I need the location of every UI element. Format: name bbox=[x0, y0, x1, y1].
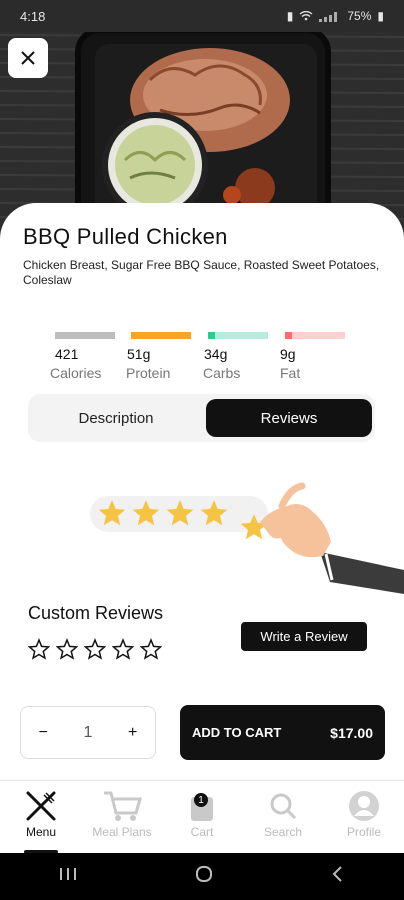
nav-cart[interactable]: 1 Cart bbox=[162, 787, 242, 839]
macro-label: Carbs bbox=[203, 365, 241, 381]
nav-label: Menu bbox=[25, 825, 57, 839]
nav-search[interactable]: Search bbox=[243, 787, 323, 839]
macro-value: 421 bbox=[55, 346, 79, 362]
increase-quantity-button[interactable]: + bbox=[118, 724, 148, 742]
star-outline-icon[interactable] bbox=[84, 638, 106, 660]
cart-badge: 1 bbox=[194, 793, 208, 807]
macro-bar bbox=[208, 332, 268, 339]
wifi-icon bbox=[299, 11, 313, 21]
recent-apps-icon bbox=[60, 868, 76, 880]
close-icon bbox=[21, 51, 35, 65]
cart-icon bbox=[102, 787, 142, 825]
home-icon bbox=[196, 866, 212, 882]
star-outline-icon[interactable] bbox=[140, 638, 162, 660]
macro-protein: 51g Protein bbox=[126, 332, 191, 381]
rating-input[interactable] bbox=[28, 638, 162, 660]
macro-value: 34g bbox=[204, 346, 228, 362]
macro-fat: 9g Fat bbox=[280, 332, 345, 381]
reviews-title: Custom Reviews bbox=[28, 603, 164, 623]
recent-apps-button[interactable] bbox=[59, 866, 77, 887]
quantity-value: 1 bbox=[83, 723, 93, 741]
macro-bar-fill bbox=[285, 332, 293, 339]
nav-label: Meal Plans bbox=[92, 825, 152, 839]
add-to-cart-button[interactable]: ADD TO CART $17.00 bbox=[180, 705, 385, 760]
profile-icon bbox=[348, 787, 380, 825]
star-outline-icon[interactable] bbox=[112, 638, 134, 660]
search-icon bbox=[268, 787, 298, 825]
macro-calories: 421 Calories bbox=[50, 332, 115, 381]
signal-icon bbox=[319, 11, 338, 22]
star-outline-icon[interactable] bbox=[28, 638, 50, 660]
battery-level: 75% bbox=[347, 9, 372, 23]
status-bar: 4:18 ▮ 75% ▮ bbox=[0, 0, 404, 32]
nav-profile[interactable]: Profile bbox=[324, 787, 404, 839]
macro-bar bbox=[55, 332, 115, 339]
fork-knife-icon bbox=[24, 787, 58, 825]
tab-description[interactable]: Description bbox=[28, 399, 204, 437]
macro-value: 9g bbox=[280, 346, 296, 362]
battery-saver-icon: ▮ bbox=[286, 9, 294, 23]
back-button[interactable] bbox=[331, 865, 345, 888]
back-icon bbox=[332, 866, 342, 882]
close-button[interactable] bbox=[8, 38, 48, 78]
macro-label: Fat bbox=[280, 365, 301, 381]
decrease-quantity-button[interactable]: − bbox=[28, 724, 58, 742]
detail-tabs: Description Reviews bbox=[28, 394, 375, 442]
product-ingredients: Chicken Breast, Sugar Free BBQ Sauce, Ro… bbox=[23, 258, 380, 287]
macro-bar bbox=[285, 332, 345, 339]
product-title: BBQ Pulled Chicken bbox=[23, 224, 228, 249]
reviews-illustration bbox=[80, 482, 404, 594]
macro-value: 51g bbox=[127, 346, 151, 362]
system-navigation-bar bbox=[0, 853, 404, 900]
status-icons: ▮ 75% ▮ bbox=[287, 9, 384, 23]
quantity-stepper: − 1 + bbox=[20, 706, 156, 759]
write-review-button[interactable]: Write a Review bbox=[241, 622, 367, 651]
nav-menu[interactable]: Menu bbox=[1, 787, 81, 839]
macro-label: Calories bbox=[50, 365, 102, 381]
add-to-cart-label: ADD TO CART bbox=[192, 725, 282, 740]
bag-icon: 1 bbox=[188, 787, 216, 825]
nav-label: Profile bbox=[346, 825, 381, 839]
macro-bar bbox=[131, 332, 191, 339]
macro-carbs: 34g Carbs bbox=[203, 332, 268, 381]
macro-bar-fill bbox=[208, 332, 216, 339]
home-button[interactable] bbox=[195, 865, 213, 888]
tab-reviews[interactable]: Reviews bbox=[206, 399, 372, 437]
nav-label: Search bbox=[263, 825, 303, 839]
macro-label: Protein bbox=[126, 365, 171, 381]
product-price: $17.00 bbox=[330, 724, 373, 741]
battery-icon: ▮ bbox=[377, 9, 384, 23]
nav-meal-plans[interactable]: Meal Plans bbox=[82, 787, 162, 839]
star-outline-icon[interactable] bbox=[56, 638, 78, 660]
bottom-navigation: Menu Meal Plans 1 Cart Search Profile bbox=[0, 780, 404, 854]
nav-label: Cart bbox=[190, 825, 214, 839]
status-time: 4:18 bbox=[20, 8, 46, 24]
